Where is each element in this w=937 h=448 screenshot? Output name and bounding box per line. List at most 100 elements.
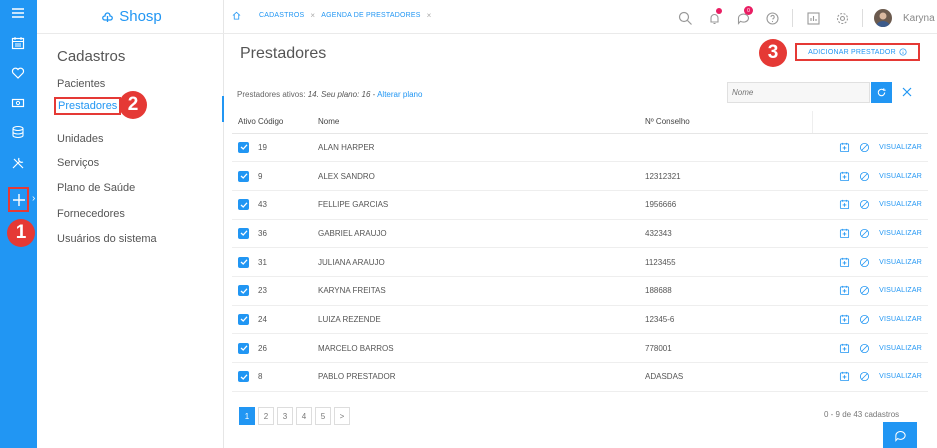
calendar-icon[interactable] [9, 34, 27, 52]
database-icon[interactable] [9, 123, 27, 141]
header-council[interactable]: Nº Conselho [645, 111, 812, 134]
table-row[interactable]: 26 MARCELO BARROS 778001 VISUALIZAR [232, 333, 928, 363]
view-button[interactable]: VISUALIZAR [879, 144, 922, 151]
active-checkbox[interactable] [238, 371, 249, 383]
search-icon[interactable] [676, 9, 694, 27]
avatar[interactable] [874, 9, 892, 27]
help-icon[interactable] [763, 9, 781, 27]
menu-icon[interactable] [9, 4, 27, 22]
sidebar-item-fornecedores[interactable]: Fornecedores [57, 208, 125, 220]
gear-icon[interactable] [833, 9, 851, 27]
tab-cadastros-close[interactable]: × [310, 11, 315, 20]
add-menu-button[interactable] [8, 187, 29, 212]
view-button[interactable]: VISUALIZAR [879, 373, 922, 380]
table-row[interactable]: 19 ALAN HARPER VISUALIZAR [232, 133, 928, 163]
tab-agenda-close[interactable]: × [427, 11, 432, 20]
page-3[interactable]: 3 [277, 407, 293, 425]
view-button[interactable]: VISUALIZAR [879, 259, 922, 266]
block-icon[interactable] [859, 142, 870, 153]
active-checkbox[interactable] [238, 199, 249, 211]
view-button[interactable]: VISUALIZAR [879, 316, 922, 323]
tools-icon[interactable] [9, 154, 27, 172]
schedule-icon[interactable] [839, 371, 850, 382]
table-row[interactable]: 31 JULIANA ARAUJO 1123455 VISUALIZAR [232, 247, 928, 277]
brand-logo[interactable]: Shosp [37, 0, 224, 34]
page-1[interactable]: 1 [239, 407, 255, 425]
page-2[interactable]: 2 [258, 407, 274, 425]
sidebar-item-prestadores[interactable]: Prestadores [54, 97, 122, 115]
schedule-icon[interactable] [839, 199, 850, 210]
active-checkbox[interactable] [238, 227, 249, 239]
block-icon[interactable] [859, 285, 870, 296]
tab-agenda-prestadores[interactable]: AGENDA DE PRESTADORES [321, 12, 420, 19]
table-row[interactable]: 23 KARYNA FREITAS 188688 VISUALIZAR [232, 276, 928, 306]
reports-icon[interactable] [804, 9, 822, 27]
view-button[interactable]: VISUALIZAR [879, 287, 922, 294]
chat-button[interactable] [883, 422, 917, 448]
header-code[interactable]: Código [258, 111, 318, 134]
active-checkbox[interactable] [238, 313, 249, 325]
active-checkbox[interactable] [238, 170, 249, 182]
refresh-search-button[interactable] [871, 82, 892, 103]
view-button[interactable]: VISUALIZAR [879, 345, 922, 352]
next-page[interactable]: > [334, 407, 350, 425]
block-icon[interactable] [859, 171, 870, 182]
active-checkbox[interactable] [238, 256, 249, 268]
clear-search-button[interactable] [898, 83, 916, 101]
schedule-icon[interactable] [839, 343, 850, 354]
heart-icon[interactable] [9, 64, 27, 82]
active-checkbox[interactable] [238, 342, 249, 354]
council-cell: 12312321 [645, 161, 812, 191]
schedule-icon[interactable] [839, 314, 850, 325]
table-row[interactable]: 9 ALEX SANDRO 12312321 VISUALIZAR [232, 161, 928, 191]
schedule-icon[interactable] [839, 142, 850, 153]
view-button[interactable]: VISUALIZAR [879, 230, 922, 237]
sidebar-item-servicos[interactable]: Serviços [57, 157, 99, 169]
search-input[interactable] [727, 82, 870, 103]
block-icon[interactable] [859, 343, 870, 354]
page-4[interactable]: 4 [296, 407, 312, 425]
home-icon[interactable] [232, 11, 241, 20]
add-prestador-button[interactable]: ADICIONAR PRESTADOR [795, 43, 920, 61]
money-icon[interactable] [9, 94, 27, 112]
block-icon[interactable] [859, 314, 870, 325]
table-row[interactable]: 43 FELLIPE GARCIAS 1956666 VISUALIZAR [232, 190, 928, 220]
change-plan-link[interactable]: Alterar plano [377, 90, 422, 99]
bell-icon[interactable] [705, 8, 723, 27]
sidebar-item-plano-de-saude[interactable]: Plano de Saúde [57, 182, 135, 194]
table-row[interactable]: 36 GABRIEL ARAUJO 432343 VISUALIZAR [232, 219, 928, 249]
block-icon[interactable] [859, 257, 870, 268]
expand-arrow-icon[interactable]: › [32, 193, 35, 204]
name-cell: FELLIPE GARCIAS [318, 190, 645, 220]
page-5[interactable]: 5 [315, 407, 331, 425]
active-checkbox[interactable] [238, 285, 249, 297]
block-icon[interactable] [859, 228, 870, 239]
page-title: Prestadores [240, 45, 327, 62]
name-cell: MARCELO BARROS [318, 333, 645, 363]
actions-cell: VISUALIZAR [812, 276, 928, 306]
schedule-icon[interactable] [839, 257, 850, 268]
block-icon[interactable] [859, 371, 870, 382]
schedule-icon[interactable] [839, 228, 850, 239]
sidebar-item-usuarios[interactable]: Usuários do sistema [57, 233, 157, 245]
schedule-icon[interactable] [839, 285, 850, 296]
user-name[interactable]: Karyna [903, 13, 935, 24]
active-checkbox[interactable] [238, 141, 249, 153]
chat-icon[interactable]: 0 [734, 6, 753, 27]
view-button[interactable]: VISUALIZAR [879, 173, 922, 180]
block-icon[interactable] [859, 199, 870, 210]
sidebar-item-unidades[interactable]: Unidades [57, 133, 103, 145]
sidebar-item-pacientes[interactable]: Pacientes [57, 78, 105, 90]
schedule-icon[interactable] [839, 171, 850, 182]
chat-bubble-icon [894, 430, 906, 442]
view-button[interactable]: VISUALIZAR [879, 201, 922, 208]
table-row[interactable]: 8 PABLO PRESTADOR ADASDAS VISUALIZAR [232, 362, 928, 392]
table-row[interactable]: 24 LUIZA REZENDE 12345-6 VISUALIZAR [232, 305, 928, 335]
brand-name: Shosp [119, 8, 162, 25]
tab-cadastros[interactable]: CADASTROS [259, 12, 304, 19]
pagination-info: 0 - 9 de 43 cadastros [824, 410, 900, 419]
code-cell: 9 [258, 161, 318, 191]
actions-cell: VISUALIZAR [812, 161, 928, 191]
header-active[interactable]: Ativo [232, 111, 258, 134]
header-name[interactable]: Nome [318, 111, 645, 134]
